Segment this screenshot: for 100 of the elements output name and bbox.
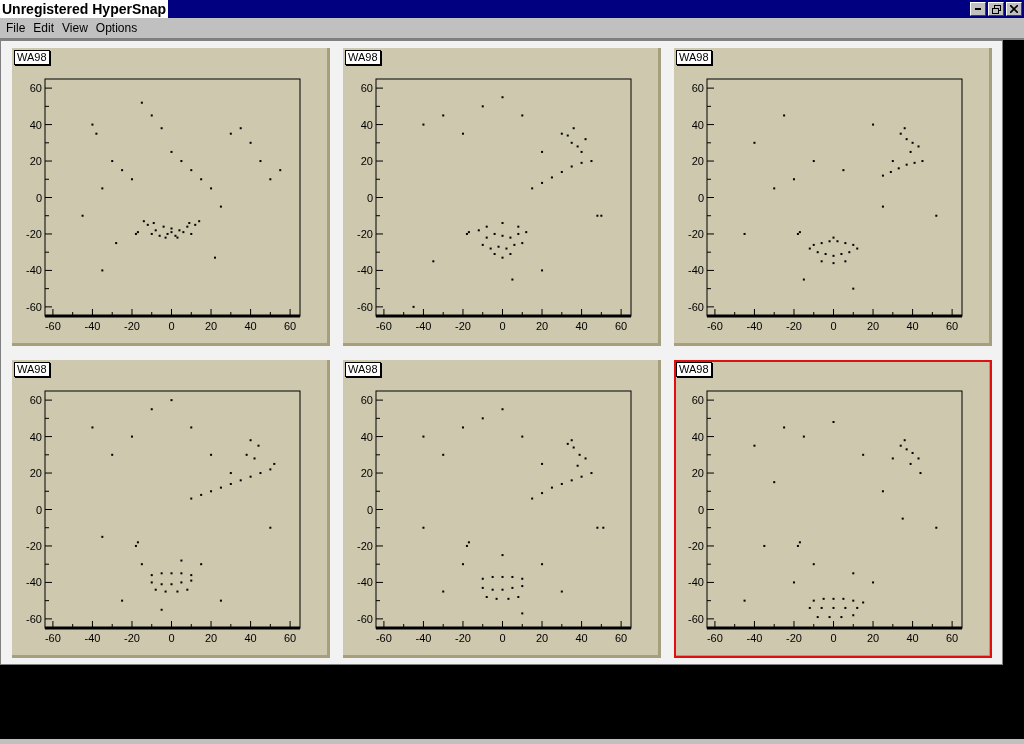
y-tick-label: -40 xyxy=(688,576,704,589)
y-tick-label: 0 xyxy=(697,503,704,516)
panel-label: WA98 xyxy=(676,50,712,65)
x-tick-label: -40 xyxy=(746,320,763,332)
x-tick-label: 60 xyxy=(615,632,628,644)
y-tick-label: 40 xyxy=(29,118,42,131)
x-tick-label: -60 xyxy=(375,320,392,332)
x-tick-label: 60 xyxy=(284,320,297,332)
menu-item[interactable]: View xyxy=(58,21,92,35)
y-tick-label: -40 xyxy=(26,264,42,277)
plot-panel[interactable]: WA98 -60 -40 -20 0 20 40 60 -60 -40 -20 0 20 40 60 xyxy=(12,48,330,346)
plot-panel[interactable]: WA98 -60 -40 -20 0 20 40 60 -60 -40 -20 0 20 40 60 xyxy=(343,48,661,346)
x-tick-label: -20 xyxy=(786,320,802,332)
y-tick-label: 60 xyxy=(360,82,373,95)
x-tick-label: -60 xyxy=(44,320,61,332)
x-tick-label: 40 xyxy=(575,632,588,644)
window-title: Unregistered HyperSnap xyxy=(0,0,169,18)
x-tick-label: 40 xyxy=(906,320,919,332)
y-tick-label: 0 xyxy=(366,191,373,204)
y-tick-label: -20 xyxy=(26,539,42,552)
x-tick-label: 20 xyxy=(866,320,880,332)
plot-panel[interactable]: WA98 -60 -40 -20 0 20 40 60 -60 -40 -20 0 20 40 60 xyxy=(674,48,992,346)
y-tick-label: -40 xyxy=(688,264,704,277)
x-tick-label: -60 xyxy=(44,632,61,644)
x-tick-label: -60 xyxy=(706,320,723,332)
y-tick-label: 40 xyxy=(29,430,42,443)
y-tick-label: 40 xyxy=(691,118,704,131)
x-tick-label: -60 xyxy=(706,632,723,644)
x-tick-label: 20 xyxy=(535,320,549,332)
x-tick-label: -40 xyxy=(84,320,101,332)
y-tick-label: 60 xyxy=(29,394,42,407)
y-tick-label: -20 xyxy=(688,539,704,552)
y-tick-label: 60 xyxy=(360,394,373,407)
x-tick-label: -20 xyxy=(455,632,471,644)
y-tick-label: -60 xyxy=(26,612,42,625)
y-tick-label: 20 xyxy=(29,467,42,480)
y-tick-label: 0 xyxy=(35,191,42,204)
x-tick-label: -40 xyxy=(84,632,101,644)
y-tick-label: 40 xyxy=(360,118,373,131)
y-tick-label: -20 xyxy=(357,539,373,552)
x-tick-label: 20 xyxy=(535,632,549,644)
menu-item[interactable]: Edit xyxy=(29,21,59,35)
x-tick-label: 0 xyxy=(499,632,506,644)
x-tick-label: -20 xyxy=(124,632,140,644)
x-tick-label: 60 xyxy=(946,632,959,644)
x-tick-label: -20 xyxy=(124,320,140,332)
y-tick-label: 20 xyxy=(360,467,373,480)
y-tick-label: 20 xyxy=(29,155,42,168)
y-tick-label: 20 xyxy=(691,467,704,480)
y-tick-label: -60 xyxy=(688,612,704,625)
x-tick-label: 0 xyxy=(830,632,837,644)
x-tick-label: 60 xyxy=(615,320,628,332)
plot-panel[interactable]: WA98 -60 -40 -20 0 20 40 60 -60 -40 -20 0 20 40 60 xyxy=(674,360,992,658)
y-tick-label: 60 xyxy=(691,82,704,95)
y-tick-label: 40 xyxy=(360,430,373,443)
y-tick-label: -60 xyxy=(357,300,373,313)
x-tick-label: 40 xyxy=(906,632,919,644)
y-tick-label: 0 xyxy=(366,503,373,516)
y-tick-label: 0 xyxy=(35,503,42,516)
x-tick-label: 20 xyxy=(204,632,218,644)
menu-item[interactable]: File xyxy=(2,21,30,35)
y-tick-label: 40 xyxy=(691,430,704,443)
y-tick-label: -60 xyxy=(688,300,704,313)
x-tick-label: -40 xyxy=(415,320,432,332)
x-tick-label: 60 xyxy=(946,320,959,332)
y-tick-label: -20 xyxy=(357,227,373,240)
x-tick-label: 0 xyxy=(499,320,506,332)
y-tick-label: -60 xyxy=(357,612,373,625)
y-tick-label: 60 xyxy=(29,82,42,95)
x-tick-label: -60 xyxy=(375,632,392,644)
menu-item[interactable]: Options xyxy=(91,21,142,35)
x-tick-label: 0 xyxy=(830,320,837,332)
x-tick-label: 0 xyxy=(168,320,175,332)
x-tick-label: 40 xyxy=(244,320,257,332)
y-tick-label: 60 xyxy=(691,394,704,407)
panel-label: WA98 xyxy=(14,362,50,377)
y-tick-label: -20 xyxy=(26,227,42,240)
y-tick-label: 0 xyxy=(697,191,704,204)
x-tick-label: 0 xyxy=(168,632,175,644)
panel-label: WA98 xyxy=(676,362,712,377)
x-tick-label: -40 xyxy=(746,632,763,644)
y-tick-label: 20 xyxy=(360,155,373,168)
x-tick-label: -20 xyxy=(455,320,471,332)
panel-label: WA98 xyxy=(345,362,381,377)
x-tick-label: -40 xyxy=(415,632,432,644)
y-tick-label: -40 xyxy=(357,264,373,277)
plot-panel[interactable]: WA98 -60 -40 -20 0 20 40 60 -60 -40 -20 0 20 40 60 xyxy=(343,360,661,658)
y-tick-label: -40 xyxy=(26,576,42,589)
panel-label: WA98 xyxy=(345,50,381,65)
panel-label: WA98 xyxy=(14,50,50,65)
y-tick-label: -40 xyxy=(357,576,373,589)
y-tick-label: -20 xyxy=(688,227,704,240)
plot-panel[interactable]: WA98 -60 -40 -20 0 20 40 60 -60 -40 -20 0 20 40 60 xyxy=(12,360,330,658)
x-tick-label: 20 xyxy=(204,320,218,332)
y-tick-label: 20 xyxy=(691,155,704,168)
x-tick-label: 40 xyxy=(575,320,588,332)
x-tick-label: 20 xyxy=(866,632,880,644)
x-tick-label: -20 xyxy=(786,632,802,644)
y-tick-label: -60 xyxy=(26,300,42,313)
x-tick-label: 60 xyxy=(284,632,297,644)
